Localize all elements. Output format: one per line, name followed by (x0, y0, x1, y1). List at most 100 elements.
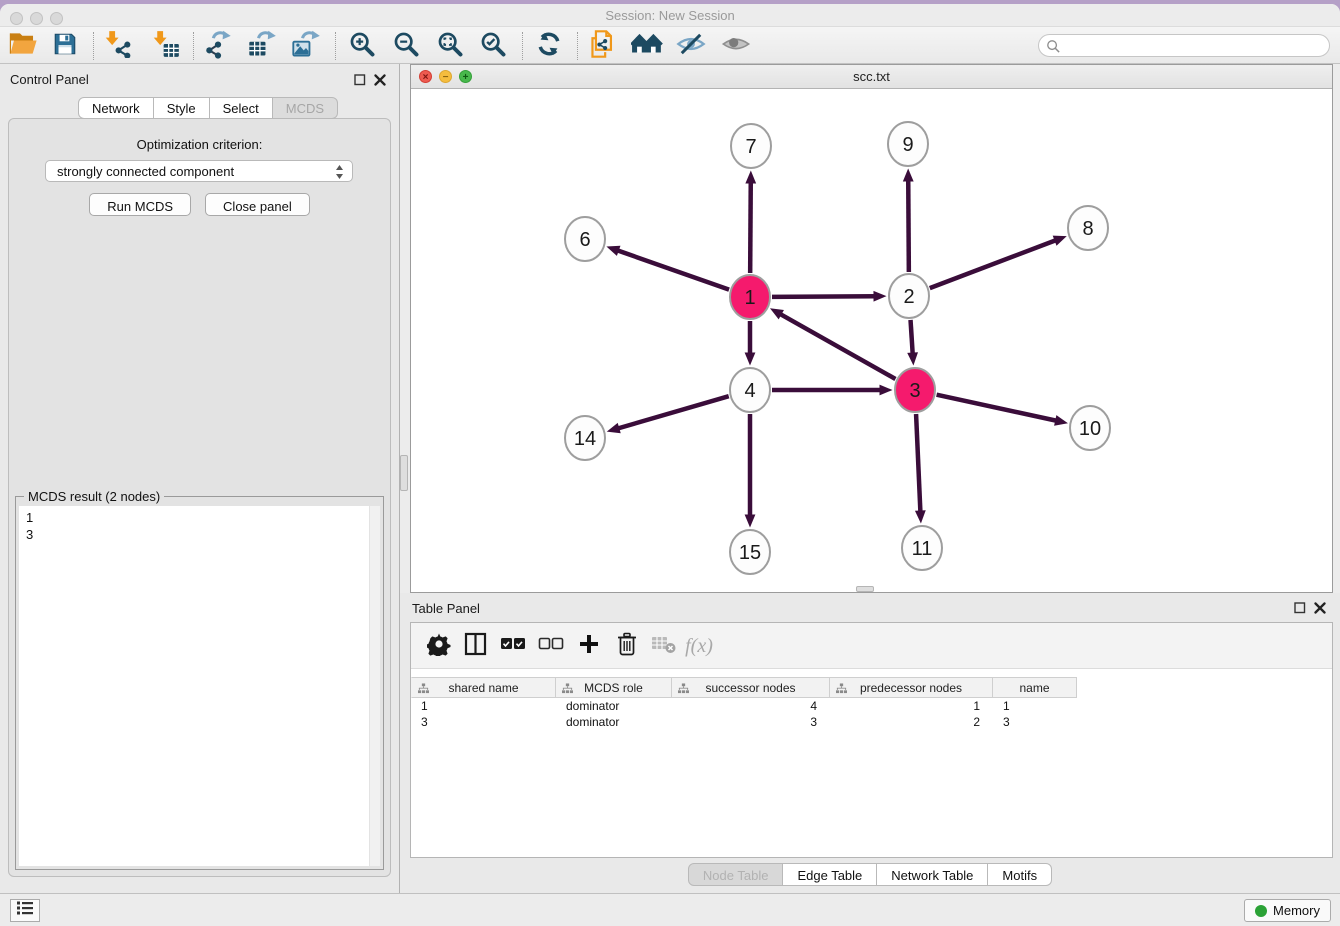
tab-select[interactable]: Select (210, 97, 273, 119)
edge-3-10[interactable] (937, 395, 1058, 421)
tab-style[interactable]: Style (154, 97, 210, 119)
horizontal-splitter-handle[interactable] (856, 586, 874, 592)
import-network-button[interactable] (100, 30, 136, 62)
float-table-panel-icon[interactable] (1294, 601, 1307, 614)
edge-arrowhead (903, 168, 914, 181)
search-input[interactable] (1065, 37, 1321, 54)
table-row[interactable]: 1dominator411 (411, 698, 1077, 714)
import-table-button[interactable] (148, 30, 184, 62)
show-all-button[interactable] (718, 30, 754, 62)
edge-2-8[interactable] (930, 240, 1057, 288)
export-network-button[interactable] (200, 30, 236, 62)
edge-3-1[interactable] (780, 314, 896, 379)
export-table-button[interactable] (244, 30, 280, 62)
mcds-result-textarea[interactable]: 13 (19, 506, 380, 866)
table-cell: 4 (672, 698, 830, 714)
graph-node-label: 1 (744, 287, 755, 309)
graph-node-label: 8 (1082, 218, 1093, 240)
network-snapshot-button[interactable] (586, 30, 622, 62)
memory-button[interactable]: Memory (1244, 899, 1331, 922)
tab-mcds[interactable]: MCDS (273, 97, 338, 119)
open-folder-icon (9, 31, 38, 61)
edge-1-2[interactable] (772, 296, 876, 297)
select-all-columns-button[interactable] (497, 631, 529, 661)
table-row[interactable]: 3dominator323 (411, 714, 1077, 730)
eye-icon (721, 31, 751, 62)
deselect-all-columns-button[interactable] (535, 631, 567, 661)
edge-1-7[interactable] (750, 181, 751, 273)
export-table-icon (247, 29, 277, 64)
edge-arrowhead (1053, 236, 1067, 246)
edge-arrowhead (607, 423, 621, 433)
network-canvas[interactable]: 7968124314101511 (411, 89, 1332, 592)
search-field[interactable] (1038, 34, 1330, 57)
zoom-out-button[interactable] (388, 30, 424, 62)
zoom-selected-button[interactable] (475, 30, 511, 62)
memory-label: Memory (1273, 903, 1320, 918)
control-panel-title: Control Panel (10, 72, 89, 87)
open-session-button[interactable] (5, 30, 41, 62)
edge-arrowhead (915, 510, 926, 523)
network-graph[interactable]: 7968124314101511 (411, 89, 1332, 592)
tab-edge-table[interactable]: Edge Table (783, 863, 877, 886)
float-panel-icon[interactable] (354, 73, 367, 86)
list-icon (16, 900, 34, 921)
table-cell: 3 (672, 714, 830, 730)
result-scrollbar[interactable] (369, 506, 380, 866)
edge-arrowhead (745, 170, 756, 183)
column-header-MCDS-role[interactable]: MCDS role (556, 677, 672, 698)
tab-network[interactable]: Network (78, 97, 154, 119)
run-mcds-button[interactable]: Run MCDS (89, 193, 191, 216)
delete-table-button[interactable] (648, 631, 680, 661)
tab-node-table[interactable]: Node Table (688, 863, 784, 886)
column-header-shared-name[interactable]: shared name (411, 677, 556, 698)
edge-arrowhead (907, 352, 918, 365)
toggle-column-panel-button[interactable] (459, 631, 491, 661)
edge-1-6[interactable] (617, 250, 729, 289)
zoom-out-icon (392, 30, 420, 63)
table-settings-button[interactable] (423, 631, 455, 661)
close-panel-button[interactable]: Close panel (205, 193, 310, 216)
add-column-button[interactable] (573, 631, 605, 661)
node-table-container: f(x) shared nameMCDS role successor nodes… (410, 622, 1333, 858)
graph-node-label: 6 (579, 229, 590, 251)
shared-column-icon-label: predecessor nodes (860, 681, 962, 695)
eye-slash-icon (676, 31, 706, 62)
apply-layout-button[interactable] (531, 30, 567, 62)
hide-unselected-button[interactable] (673, 30, 709, 62)
table-toolbar: f(x) (411, 623, 1332, 669)
network-window-title: scc.txt (411, 69, 1332, 84)
zoom-in-button[interactable] (344, 30, 380, 62)
export-image-button[interactable] (288, 30, 324, 62)
zoom-fit-button[interactable] (432, 30, 468, 62)
edge-arrowhead (1054, 415, 1068, 426)
save-session-button[interactable] (47, 30, 83, 62)
refresh-icon (535, 30, 563, 63)
tab-motifs[interactable]: Motifs (988, 863, 1052, 886)
tab-network-table[interactable]: Network Table (877, 863, 988, 886)
edge-arrowhead (745, 353, 756, 366)
table-cell: 1 (830, 698, 993, 714)
delete-column-button[interactable] (611, 631, 643, 661)
network-window-titlebar[interactable]: × − + scc.txt (411, 65, 1332, 89)
graph-node-label: 11 (912, 538, 933, 560)
edge-2-9[interactable] (908, 179, 909, 272)
edge-3-11[interactable] (916, 414, 920, 513)
edge-2-3[interactable] (911, 320, 913, 355)
save-disk-icon (52, 31, 78, 62)
double-home-icon (631, 31, 663, 62)
checked-boxes-icon (500, 637, 526, 656)
shared-column-icon-label: successor nodes (705, 681, 795, 695)
function-builder-button[interactable]: f(x) (683, 631, 715, 661)
task-history-button[interactable] (10, 899, 40, 922)
close-table-panel-icon[interactable] (1314, 601, 1327, 614)
graph-node-label: 10 (1079, 418, 1101, 440)
vertical-splitter-handle[interactable] (400, 455, 408, 491)
column-header-successor-nodes[interactable]: successor nodes (672, 677, 830, 698)
close-panel-icon[interactable] (374, 73, 387, 86)
home-button[interactable] (629, 30, 665, 62)
criterion-select[interactable]: strongly connected component (45, 160, 353, 182)
column-header-predecessor-nodes[interactable]: predecessor nodes (830, 677, 993, 698)
edge-4-14[interactable] (617, 396, 728, 428)
column-header-name[interactable]: name (993, 677, 1077, 698)
